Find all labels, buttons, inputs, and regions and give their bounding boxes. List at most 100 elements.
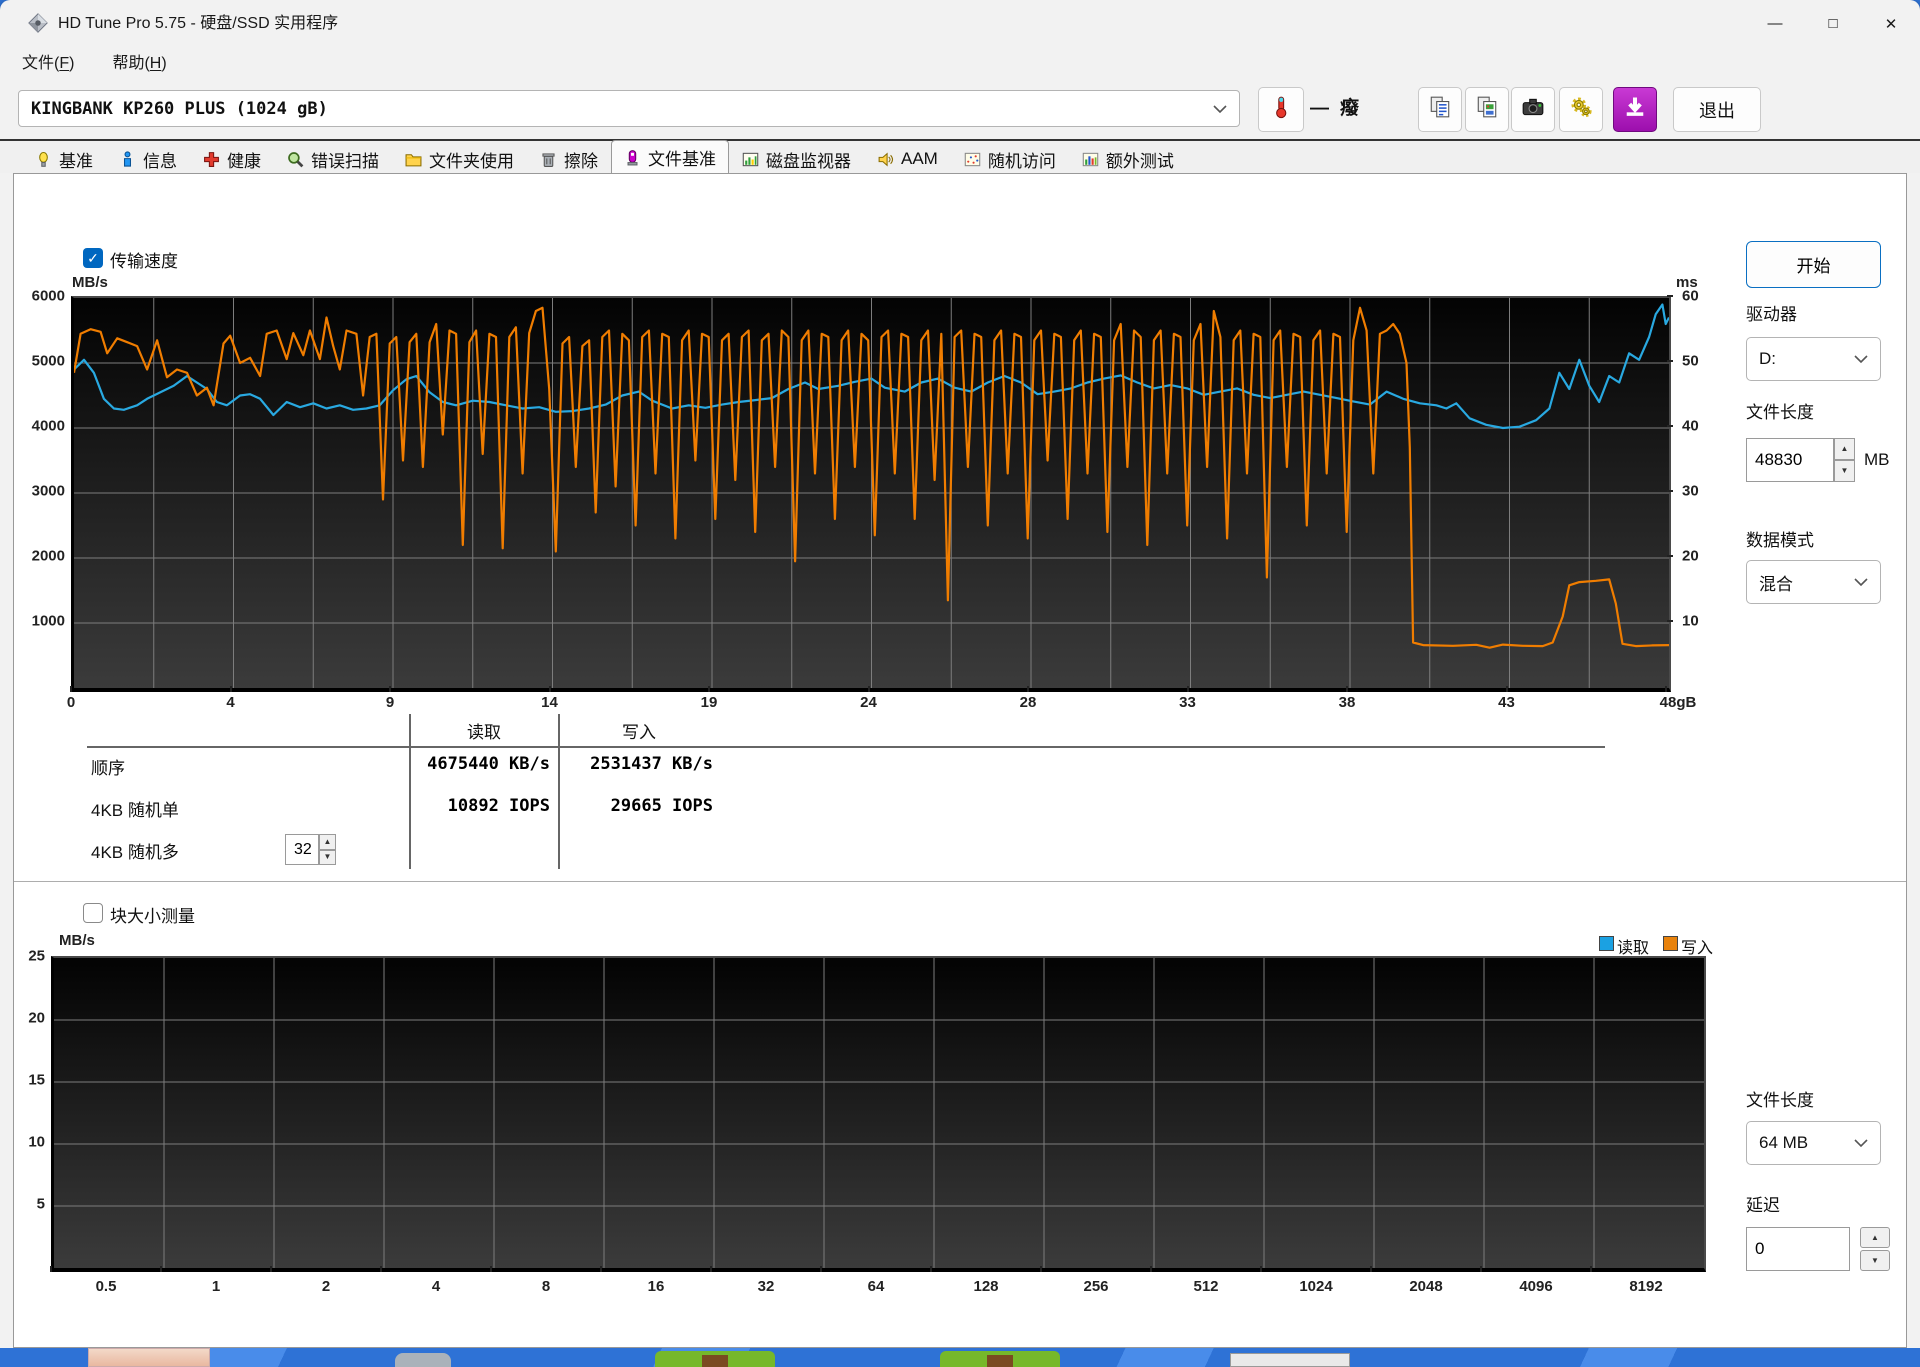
desktop-background xyxy=(0,1348,1920,1367)
x-axis-label: 0 xyxy=(66,694,76,711)
table-row-label: 4KB 随机单 xyxy=(91,801,179,820)
desktop-icon[interactable] xyxy=(655,1351,775,1367)
table-cell-read: 4675440 KB/s xyxy=(427,754,550,774)
drive-combobox[interactable]: D: xyxy=(1746,337,1881,381)
drive-selector[interactable]: KINGBANK KP260 PLUS (1024 gB) xyxy=(18,90,1240,127)
transfer-speed-checkbox[interactable]: ✓ xyxy=(83,248,103,268)
axis-tick xyxy=(1027,686,1029,692)
exit-button[interactable]: 退出 xyxy=(1673,87,1761,132)
axis-tick xyxy=(270,1266,272,1272)
desktop-icon[interactable] xyxy=(1230,1353,1350,1367)
file-length-2-value: 64 MB xyxy=(1759,1133,1809,1152)
desktop-icon[interactable] xyxy=(88,1348,210,1367)
axis-tick xyxy=(1667,620,1673,622)
x-axis-label: 128 xyxy=(973,1278,999,1295)
tab-文件夹使用[interactable]: 文件夹使用 xyxy=(392,144,527,173)
temperature-value: — xyxy=(1310,98,1329,119)
queue-depth-input[interactable]: 32 xyxy=(285,834,319,865)
tab-擦除[interactable]: 擦除 xyxy=(527,144,611,173)
x-axis-label: 8192 xyxy=(1629,1278,1663,1295)
delay-label: 延迟 xyxy=(1746,1196,1780,1215)
tab-label: 擦除 xyxy=(564,151,598,171)
info-icon xyxy=(119,150,136,168)
file-length-2-combobox[interactable]: 64 MB xyxy=(1746,1121,1881,1165)
save-button[interactable] xyxy=(1613,87,1657,132)
camera-icon xyxy=(1521,95,1545,124)
close-button[interactable]: ✕ xyxy=(1862,0,1920,47)
spin-down-icon[interactable]: ▼ xyxy=(1860,1250,1890,1271)
y-axis-label-left: 25 xyxy=(28,947,45,965)
maximize-button[interactable]: □ xyxy=(1804,0,1862,47)
data-mode-combobox[interactable]: 混合 xyxy=(1746,560,1881,604)
tab-信息[interactable]: 信息 xyxy=(106,144,190,173)
tab-磁盘监视器[interactable]: 磁盘监视器 xyxy=(729,144,864,173)
x-axis-label: 256 xyxy=(1083,1278,1109,1295)
x-axis-label: 16 xyxy=(647,1278,665,1295)
x-axis-label: 33 xyxy=(1179,694,1196,711)
drive-selector-value: KINGBANK KP260 PLUS (1024 gB) xyxy=(31,98,328,119)
tab-文件基准[interactable]: 文件基准 xyxy=(611,140,729,173)
tab-AAM[interactable]: AAM xyxy=(864,144,951,173)
tab-错误扫描[interactable]: 错误扫描 xyxy=(274,144,392,173)
x-axis-label: 2048 xyxy=(1409,1278,1443,1295)
minimize-button[interactable]: — xyxy=(1746,0,1804,47)
x-axis-label: 32 xyxy=(757,1278,775,1295)
menu-item-1[interactable]: 帮助(H) xyxy=(112,47,166,80)
copy-image-button[interactable] xyxy=(1465,87,1509,132)
file-length-label: 文件长度 xyxy=(1746,403,1814,422)
axis-tick xyxy=(1150,1266,1152,1272)
y-axis-label-left: 5 xyxy=(36,1195,45,1213)
transfer-speed-checkbox-label: 传输速度 xyxy=(110,252,178,271)
axis-tick xyxy=(1665,686,1667,692)
x-axis-label: 24 xyxy=(860,694,877,711)
delay-input[interactable]: 0 xyxy=(1746,1227,1850,1271)
app-icon xyxy=(27,12,49,34)
tab-label: 信息 xyxy=(143,151,177,171)
x-axis-label: 48gB xyxy=(1659,694,1697,711)
spin-up-icon[interactable]: ▲ xyxy=(319,834,336,850)
tab-label: 基准 xyxy=(59,151,93,171)
y-axis-label-left: 5000 xyxy=(31,352,65,370)
axis-tick xyxy=(1505,686,1508,692)
legend-label: 读取 xyxy=(1617,940,1650,957)
axis-tick xyxy=(229,686,232,692)
x-axis-label: 4096 xyxy=(1519,1278,1553,1295)
screenshot-button[interactable] xyxy=(1511,87,1555,132)
desktop-icon[interactable] xyxy=(940,1351,1060,1367)
tab-label: 文件夹使用 xyxy=(429,151,514,171)
block-size-checkbox-label: 块大小测量 xyxy=(110,907,195,926)
tab-基准[interactable]: 基准 xyxy=(22,144,106,173)
options-button[interactable] xyxy=(1559,87,1603,132)
random-access-icon xyxy=(964,151,981,168)
menubar: 文件(F) 帮助(H) xyxy=(0,47,1920,80)
x-axis-label: 38 xyxy=(1338,694,1356,711)
axis-tick xyxy=(1667,360,1673,362)
menu-item-0[interactable]: 文件(F) xyxy=(22,47,74,80)
x-axis-label: 0.5 xyxy=(95,1278,117,1295)
chevron-down-icon xyxy=(1854,1133,1868,1153)
axis-tick xyxy=(1346,686,1348,692)
temperature-button[interactable] xyxy=(1258,87,1304,132)
start-button[interactable]: 开始 xyxy=(1746,241,1881,288)
tab-健康[interactable]: 健康 xyxy=(190,144,274,173)
file-length-input[interactable]: 48830 xyxy=(1746,438,1834,482)
desktop-icon[interactable] xyxy=(395,1353,451,1367)
y-axis-label-left: 15 xyxy=(28,1071,45,1089)
spin-down-icon[interactable]: ▼ xyxy=(1834,460,1855,482)
tab-随机访问[interactable]: 随机访问 xyxy=(951,144,1069,173)
table-header-write: 写入 xyxy=(622,723,656,742)
x-axis-label: 43 xyxy=(1498,694,1515,711)
legend-label: 写入 xyxy=(1681,940,1714,957)
tab-额外测试[interactable]: 额外测试 xyxy=(1069,144,1187,173)
x-axis-label: 8 xyxy=(541,1278,551,1295)
copy-text-button[interactable] xyxy=(1418,87,1462,132)
block-size-checkbox[interactable] xyxy=(83,903,103,923)
spin-up-icon[interactable]: ▲ xyxy=(1834,438,1855,460)
chart-grid-svg xyxy=(74,298,1669,688)
file-benchmark-icon xyxy=(624,149,641,166)
data-mode-combobox-value: 混合 xyxy=(1759,574,1793,594)
spin-up-icon[interactable]: ▲ xyxy=(1860,1227,1890,1248)
axis-tick xyxy=(708,686,710,692)
y-axis-label-left: 20 xyxy=(28,1009,45,1027)
spin-down-icon[interactable]: ▼ xyxy=(319,849,336,865)
